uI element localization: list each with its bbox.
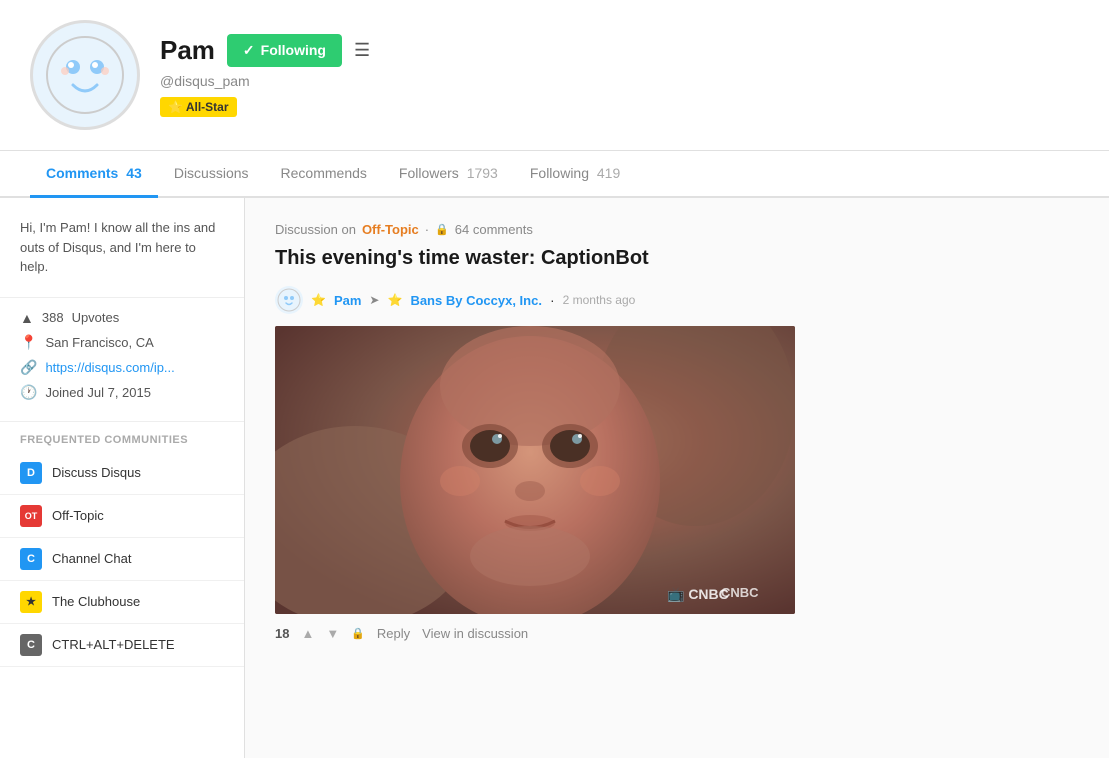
communities-header: Frequented Communities [0, 422, 244, 452]
sidebar-stats: ▲ 388 Upvotes 📍 San Francisco, CA 🔗 http… [0, 298, 244, 422]
cnbc-logo: CNBC [721, 583, 781, 604]
avatar-image [45, 35, 125, 115]
tab-recommends[interactable]: Recommends [265, 151, 383, 198]
link-icon: 🔗 [20, 359, 37, 376]
arrow-icon: ➤ [369, 293, 379, 307]
profile-link[interactable]: https://disqus.com/ip... [45, 360, 174, 375]
community-icon-discuss-disqus: D [20, 462, 42, 484]
tab-followers-label: Followers [399, 165, 459, 181]
upvote-button[interactable]: ▲ [301, 626, 314, 641]
tab-following-count: 419 [597, 165, 620, 181]
downvote-button[interactable]: ▼ [326, 626, 339, 641]
upvotes-stat: ▲ 388 Upvotes [20, 310, 224, 326]
page-container: Pam ✓ Following ☰ @disqus_pam ⭐ All-Star… [0, 0, 1109, 758]
allstar-badge: ⭐ All-Star [160, 97, 237, 117]
upvotes-count: 388 [42, 310, 64, 325]
menu-icon[interactable]: ☰ [354, 40, 370, 61]
location-stat: 📍 San Francisco, CA [20, 334, 224, 351]
community-label-the-clubhouse: The Clubhouse [52, 594, 140, 609]
tab-recommends-label: Recommends [281, 165, 367, 181]
profile-name: Pam [160, 35, 215, 66]
community-label-channel-chat: Channel Chat [52, 551, 132, 566]
comment-lock-icon: 🔒 [351, 627, 365, 640]
comment-image: 📺 CNBC CNBC [275, 326, 795, 614]
follow-label: Following [261, 42, 326, 58]
tab-discussions-label: Discussions [174, 165, 249, 181]
commenter-star-badge: ⭐ [311, 293, 326, 307]
vote-count: 18 [275, 626, 289, 641]
tab-followers[interactable]: Followers 1793 [383, 151, 514, 198]
target-name[interactable]: Bans By Coccyx, Inc. [410, 293, 542, 308]
joined-stat: 🕐 Joined Jul 7, 2015 [20, 384, 224, 401]
comment-actions: 18 ▲ ▼ 🔒 Reply View in discussion [275, 626, 1079, 641]
svg-text:📺 CNBC: 📺 CNBC [667, 586, 729, 603]
reply-link[interactable]: Reply [377, 626, 410, 641]
community-icon-channel-chat: C [20, 548, 42, 570]
community-label-ctrl-alt-delete: CTRL+ALT+DELETE [52, 637, 175, 652]
tab-following[interactable]: Following 419 [514, 151, 636, 198]
follow-button[interactable]: ✓ Following [227, 34, 342, 67]
robot-image: 📺 CNBC CNBC [275, 326, 795, 614]
comment-time: 2 months ago [563, 293, 636, 307]
lock-icon: 🔒 [435, 223, 449, 236]
profile-handle: @disqus_pam [160, 73, 1079, 89]
comment-count: 64 comments [455, 222, 533, 237]
community-icon-ctrl-alt-delete: C [20, 634, 42, 656]
tab-comments[interactable]: Comments 43 [30, 151, 158, 198]
profile-info: Pam ✓ Following ☰ @disqus_pam ⭐ All-Star [160, 34, 1079, 117]
upvotes-label: Upvotes [72, 310, 120, 325]
joined-text: Joined Jul 7, 2015 [45, 385, 151, 400]
community-item-ctrl-alt-delete[interactable]: C CTRL+ALT+DELETE [0, 624, 244, 667]
tabs-bar: Comments 43 Discussions Recommends Follo… [0, 151, 1109, 198]
clock-icon: 🕐 [20, 384, 37, 401]
separator: · [425, 222, 429, 237]
tab-comments-label: Comments [46, 165, 118, 181]
checkmark-icon: ✓ [243, 42, 255, 59]
target-star-badge: ⭐ [387, 293, 402, 307]
discussion-prefix: Discussion on [275, 222, 356, 237]
robot-face-svg: 📺 CNBC [275, 326, 795, 614]
community-item-channel-chat[interactable]: C Channel Chat [0, 538, 244, 581]
commenter-name[interactable]: Pam [334, 293, 361, 308]
community-item-discuss-disqus[interactable]: D Discuss Disqus [0, 452, 244, 495]
community-item-off-topic[interactable]: OT Off-Topic [0, 495, 244, 538]
link-stat[interactable]: 🔗 https://disqus.com/ip... [20, 359, 224, 376]
location-icon: 📍 [20, 334, 37, 351]
tab-discussions[interactable]: Discussions [158, 151, 265, 198]
community-icon-off-topic: OT [20, 505, 42, 527]
location-text: San Francisco, CA [45, 335, 153, 350]
discussion-meta: Discussion on Off-Topic · 🔒 64 comments [275, 222, 1079, 237]
sidebar: Hi, I'm Pam! I know all the ins and outs… [0, 198, 245, 758]
profile-name-row: Pam ✓ Following ☰ [160, 34, 1079, 67]
svg-text:CNBC: CNBC [721, 585, 759, 600]
discussion-topic[interactable]: Off-Topic [362, 222, 419, 237]
time-separator: · [550, 292, 555, 308]
comment-header: ⭐ Pam ➤ ⭐ Bans By Coccyx, Inc. · 2 month… [275, 286, 1079, 314]
content-area: Discussion on Off-Topic · 🔒 64 comments … [245, 198, 1109, 758]
community-label-off-topic: Off-Topic [52, 508, 104, 523]
tab-following-label: Following [530, 165, 589, 181]
main-layout: Hi, I'm Pam! I know all the ins and outs… [0, 198, 1109, 758]
upvote-icon: ▲ [20, 310, 34, 326]
community-icon-the-clubhouse: ★ [20, 591, 42, 613]
community-label-discuss-disqus: Discuss Disqus [52, 465, 141, 480]
profile-header: Pam ✓ Following ☰ @disqus_pam ⭐ All-Star [0, 0, 1109, 151]
sidebar-bio: Hi, I'm Pam! I know all the ins and outs… [0, 198, 244, 298]
discussion-title: This evening's time waster: CaptionBot [275, 247, 1079, 270]
tab-followers-count: 1793 [467, 165, 498, 181]
commenter-avatar [275, 286, 303, 314]
avatar [30, 20, 140, 130]
tab-comments-count: 43 [126, 165, 142, 181]
community-item-the-clubhouse[interactable]: ★ The Clubhouse [0, 581, 244, 624]
view-discussion-link[interactable]: View in discussion [422, 626, 528, 641]
cnbc-logo-svg: CNBC [721, 583, 781, 601]
commenter-avatar-image [277, 288, 301, 312]
